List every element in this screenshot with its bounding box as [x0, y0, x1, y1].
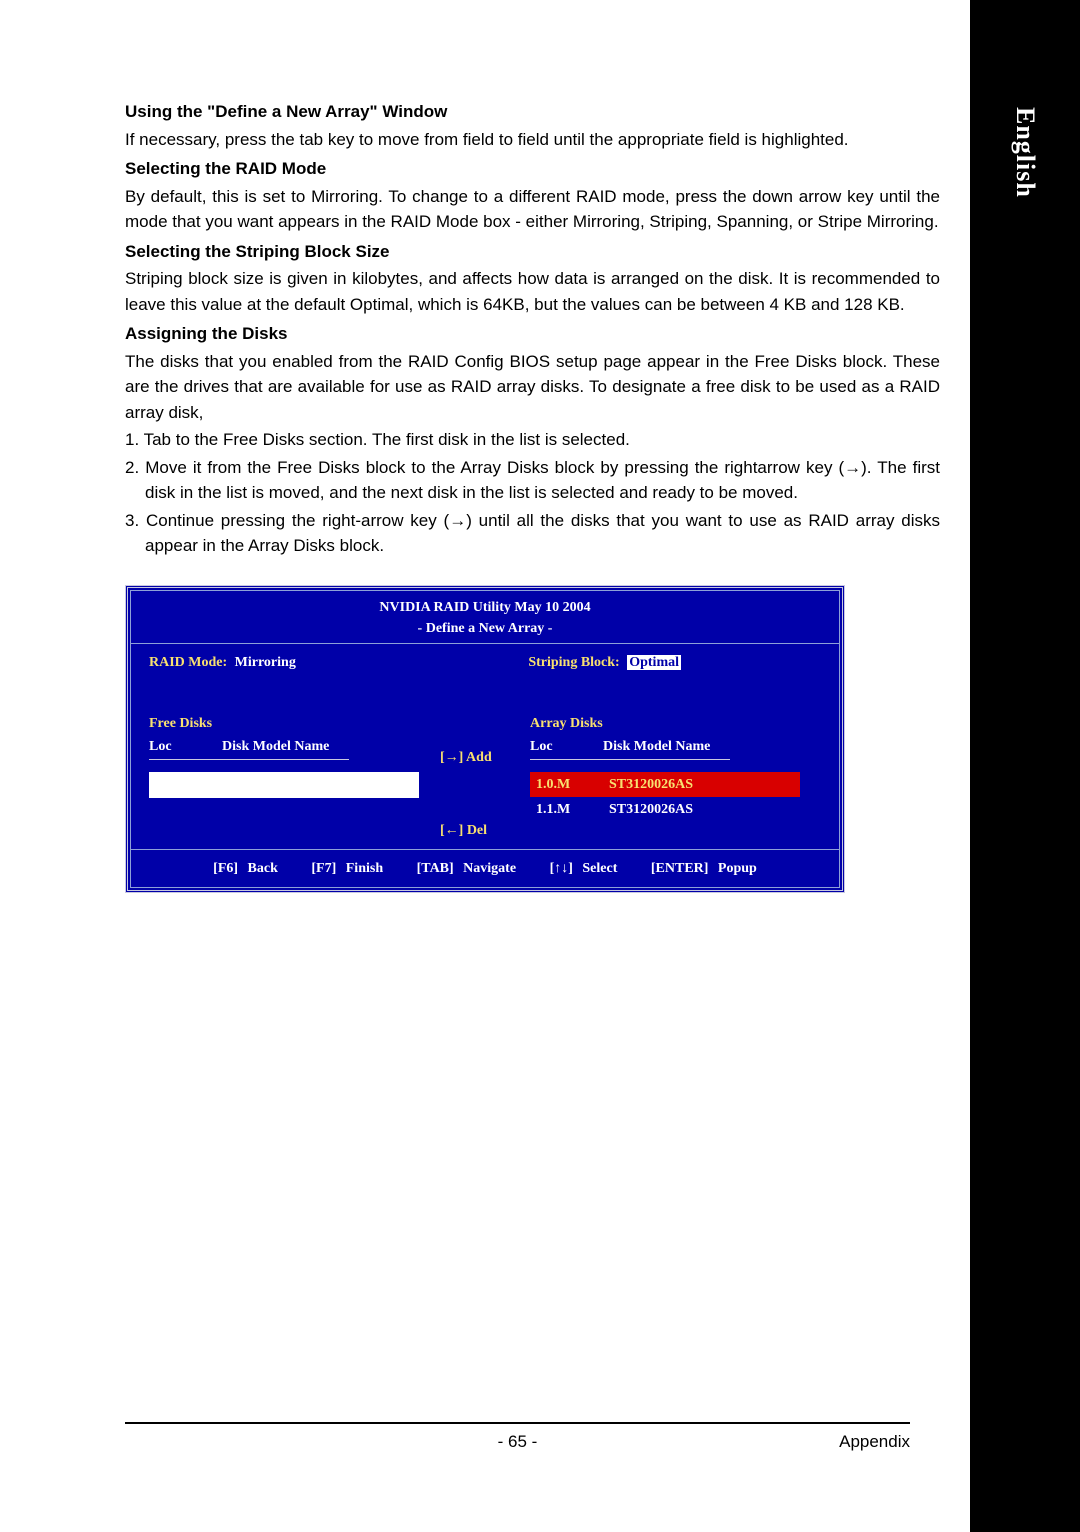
arrow-controls: [→] Add [←] Del: [440, 713, 530, 841]
footer-f7: [F7] Finish: [311, 861, 383, 876]
step-1: 1. Tab to the Free Disks section. The fi…: [125, 427, 940, 453]
step-2: 2. Move it from the Free Disks block to …: [125, 455, 940, 506]
bios-title-2: - Define a New Array -: [131, 618, 839, 639]
add-control: [→] Add: [440, 747, 530, 768]
array-col-loc: Loc: [530, 736, 585, 757]
heading-raid-mode: Selecting the RAID Mode: [125, 156, 940, 182]
free-col-model: Disk Model Name: [222, 736, 329, 757]
footer-select: [↑↓] Select: [550, 861, 618, 876]
bios-footer: [F6] Back [F7] Finish [TAB] Navigate [↑↓…: [131, 849, 839, 887]
bios-title-1: NVIDIA RAID Utility May 10 2004: [131, 597, 839, 618]
array-row: 1.1.M ST3120026AS: [530, 797, 800, 822]
array-row-1-loc: 1.1.M: [536, 799, 591, 820]
array-disks-column: Array Disks Loc Disk Model Name 1.0.M ST…: [530, 713, 821, 822]
para-raid-mode: By default, this is set to Mirroring. To…: [125, 184, 940, 235]
footer-tab: [TAB] Navigate: [417, 861, 516, 876]
bios-screenshot: NVIDIA RAID Utility May 10 2004 - Define…: [125, 585, 845, 893]
footer-f6: [F6] Back: [213, 861, 278, 876]
free-col-loc: Loc: [149, 736, 204, 757]
raid-mode-field: RAID Mode: Mirroring: [149, 652, 296, 673]
page-footer: - 65 - Appendix: [125, 1422, 910, 1452]
raid-mode-value: Mirroring: [235, 655, 296, 670]
array-row-0-loc: 1.0.M: [536, 774, 591, 795]
free-disks-title: Free Disks: [149, 713, 440, 734]
para-striping: Striping block size is given in kilobyte…: [125, 266, 940, 317]
para-define-array: If necessary, press the tab key to move …: [125, 127, 940, 153]
array-row-1-model: ST3120026AS: [609, 799, 693, 820]
language-label: English: [1010, 107, 1040, 198]
heading-striping: Selecting the Striping Block Size: [125, 239, 940, 265]
page-number: - 65 -: [498, 1432, 538, 1452]
free-disks-column: Free Disks Loc Disk Model Name: [149, 713, 440, 798]
bios-header: NVIDIA RAID Utility May 10 2004 - Define…: [131, 591, 839, 643]
heading-assign-disks: Assigning the Disks: [125, 321, 940, 347]
striping-block-field: Striping Block: Optimal: [528, 652, 681, 673]
footer-section: Appendix: [839, 1432, 910, 1452]
array-col-model: Disk Model Name: [603, 736, 710, 757]
document-body: Using the "Define a New Array" Window If…: [125, 99, 940, 893]
step-3: 3. Continue pressing the right-arrow key…: [125, 508, 940, 559]
heading-define-array: Using the "Define a New Array" Window: [125, 99, 940, 125]
footer-enter: [ENTER] Popup: [651, 861, 757, 876]
para-assign-disks: The disks that you enabled from the RAID…: [125, 349, 940, 426]
free-disks-selection: [149, 772, 419, 798]
array-row-selected: 1.0.M ST3120026AS: [530, 772, 800, 797]
array-row-0-model: ST3120026AS: [609, 774, 693, 795]
raid-mode-label: RAID Mode:: [149, 655, 227, 670]
del-control: [←] Del: [440, 820, 530, 841]
striping-block-value: Optimal: [627, 655, 681, 670]
language-tab: English: [970, 95, 1080, 315]
striping-block-label: Striping Block:: [528, 655, 619, 670]
array-disks-title: Array Disks: [530, 713, 821, 734]
